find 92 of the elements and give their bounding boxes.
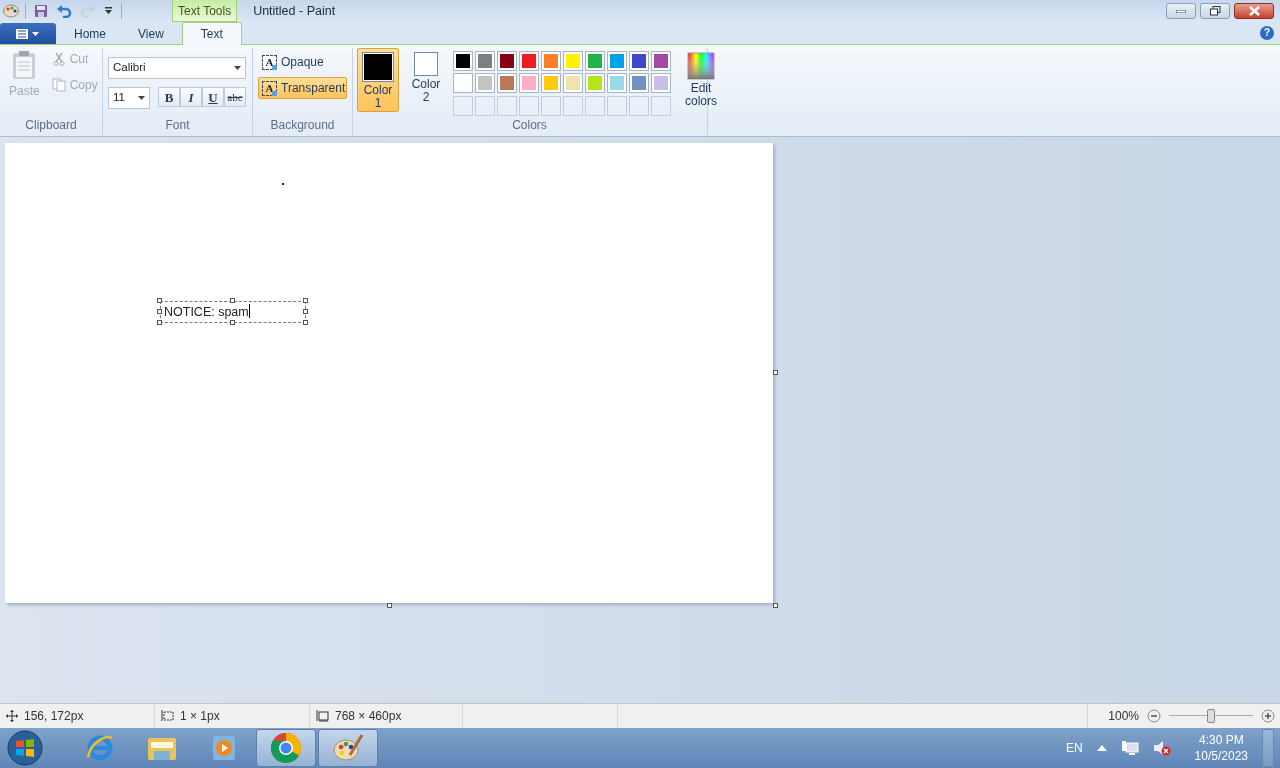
canvas-size-icon (316, 710, 329, 722)
group-label: Background (269, 117, 336, 134)
underline-button[interactable]: U (202, 87, 224, 107)
bold-button[interactable]: B (158, 87, 180, 107)
palette-swatch[interactable] (607, 51, 627, 71)
font-family-dropdown[interactable]: Calibri (108, 57, 246, 79)
resize-handle[interactable] (303, 309, 308, 314)
scissors-icon (51, 52, 66, 66)
window-title: Untitled - Paint (253, 2, 336, 20)
palette-swatch[interactable] (475, 73, 495, 94)
resize-handle[interactable] (303, 320, 308, 325)
resize-handle[interactable] (303, 298, 308, 303)
palette-swatch[interactable] (585, 73, 605, 94)
palette-swatch[interactable] (541, 73, 561, 94)
show-hidden-icons-button[interactable] (1096, 745, 1107, 751)
resize-handle[interactable] (230, 298, 235, 303)
browser-icon (270, 732, 302, 764)
restore-button[interactable] (1200, 3, 1230, 19)
resize-handle[interactable] (387, 603, 392, 608)
menu-icon (15, 28, 41, 39)
show-desktop-button[interactable] (1262, 729, 1274, 767)
palette-swatch[interactable] (519, 73, 539, 94)
palette-swatch[interactable] (585, 51, 605, 71)
text-cursor (248, 304, 250, 318)
close-button[interactable] (1234, 3, 1274, 19)
context-tab-label: Text Tools (172, 0, 238, 22)
network-icon[interactable] (1120, 740, 1139, 756)
resize-handle[interactable] (157, 298, 162, 303)
canvas-size: 768 × 460px (335, 708, 402, 725)
browser-icon (85, 733, 115, 763)
file-menu-button[interactable] (0, 23, 56, 44)
edit-colors-button[interactable]: Edit colors (679, 48, 723, 112)
help-button[interactable]: ? (1260, 26, 1274, 40)
zoom-out-button[interactable] (1147, 709, 1161, 723)
zoom-slider[interactable] (1169, 708, 1253, 724)
restore-icon (1209, 6, 1221, 16)
palette-swatch[interactable] (453, 73, 473, 94)
zoom-in-button[interactable] (1261, 709, 1275, 723)
move-cursor-icon (6, 710, 18, 722)
save-icon[interactable] (34, 4, 48, 18)
group-label: Font (164, 117, 191, 134)
muted-speaker-icon[interactable] (1152, 740, 1171, 756)
resize-handle[interactable] (230, 320, 235, 325)
dropdown-arrow-icon[interactable] (104, 7, 113, 15)
media-player-icon (211, 734, 237, 762)
taskbar-app-button[interactable] (256, 729, 316, 767)
ribbon-tab[interactable]: Home (60, 22, 120, 44)
selection-size-icon (161, 710, 174, 722)
color-selector[interactable]: Color 2 (405, 48, 447, 112)
font-size-dropdown[interactable]: 11 (108, 87, 150, 109)
taskbar-app-button[interactable] (318, 729, 378, 767)
palette-swatch[interactable] (651, 73, 671, 94)
palette-swatch[interactable] (629, 51, 649, 71)
palette-icon[interactable] (3, 4, 19, 18)
strikethrough-button[interactable]: abc (224, 87, 246, 107)
palette-swatch[interactable] (607, 73, 627, 94)
minimize-icon (1176, 9, 1186, 13)
group-label: Clipboard (24, 117, 78, 134)
dropdown-arrow-icon (138, 96, 145, 100)
selection-size: 1 × 1px (180, 708, 220, 725)
palette-swatch[interactable] (651, 51, 671, 71)
start-button[interactable] (6, 729, 44, 767)
palette-swatch[interactable] (519, 51, 539, 71)
resize-handle[interactable] (773, 603, 778, 608)
cursor-position: 156, 172px (24, 708, 84, 725)
paste-label: Paste (9, 83, 40, 100)
palette-swatch[interactable] (629, 73, 649, 94)
color-selector[interactable]: Color 1 (357, 48, 399, 112)
ribbon-tab[interactable]: Text (181, 22, 242, 45)
palette-swatch[interactable] (563, 73, 583, 94)
drawing-canvas[interactable]: NOTICE: spam (5, 143, 773, 603)
palette-swatch[interactable] (497, 51, 517, 71)
italic-button[interactable]: I (180, 87, 202, 107)
clipboard-icon (11, 50, 38, 80)
resize-handle[interactable] (157, 320, 162, 325)
copy-icon (51, 78, 66, 92)
palette-swatch[interactable] (475, 51, 495, 71)
palette-swatch[interactable] (541, 51, 561, 71)
dropdown-arrow-icon (234, 66, 241, 70)
close-icon (1248, 6, 1260, 16)
slider-thumb[interactable] (1207, 709, 1215, 723)
resize-handle[interactable] (157, 309, 162, 314)
group-label: Colors (511, 117, 548, 134)
palette-swatch[interactable] (497, 73, 517, 94)
color-spectrum-icon (687, 52, 715, 80)
undo-icon[interactable] (56, 4, 72, 18)
zoom-level: 100% (1108, 708, 1139, 725)
palette-swatch[interactable] (453, 51, 473, 71)
palette-icon (332, 733, 364, 763)
ribbon-tab[interactable]: View (124, 22, 178, 44)
resize-handle[interactable] (773, 370, 778, 375)
palette-swatch[interactable] (563, 51, 583, 71)
